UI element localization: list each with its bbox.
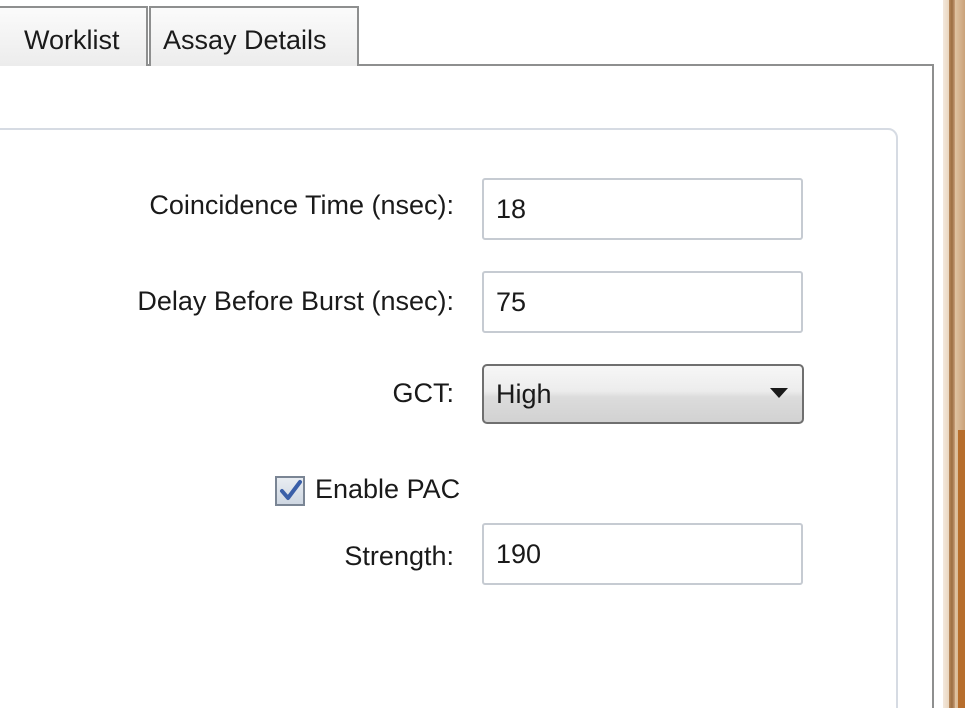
gct-selected-value: High xyxy=(496,379,552,409)
checkmark-icon xyxy=(280,480,302,500)
app-window: Worklist Assay Details Coincidence Time … xyxy=(0,0,965,708)
coincidence-time-input[interactable]: 18 xyxy=(482,178,803,240)
delay-before-burst-input[interactable]: 75 xyxy=(482,271,803,333)
enable-pac-label: Enable PAC xyxy=(315,474,461,504)
tab-assay-details[interactable]: Assay Details xyxy=(149,6,359,66)
chevron-down-icon xyxy=(770,388,788,398)
delay-before-burst-label: Delay Before Burst (nsec): xyxy=(137,286,454,316)
tab-worklist[interactable]: Worklist xyxy=(0,6,148,66)
strength-input[interactable]: 190 xyxy=(482,523,803,585)
tab-worklist-label: Worklist xyxy=(24,25,120,55)
strength-label: Strength: xyxy=(344,541,454,571)
window-edge-accent xyxy=(958,430,965,708)
window-border xyxy=(949,0,955,708)
gct-label: GCT: xyxy=(392,378,454,408)
tab-assay-details-label: Assay Details xyxy=(163,25,327,55)
gct-dropdown[interactable]: High xyxy=(482,364,804,424)
enable-pac-checkbox[interactable] xyxy=(275,476,305,506)
coincidence-time-label: Coincidence Time (nsec): xyxy=(149,190,454,220)
